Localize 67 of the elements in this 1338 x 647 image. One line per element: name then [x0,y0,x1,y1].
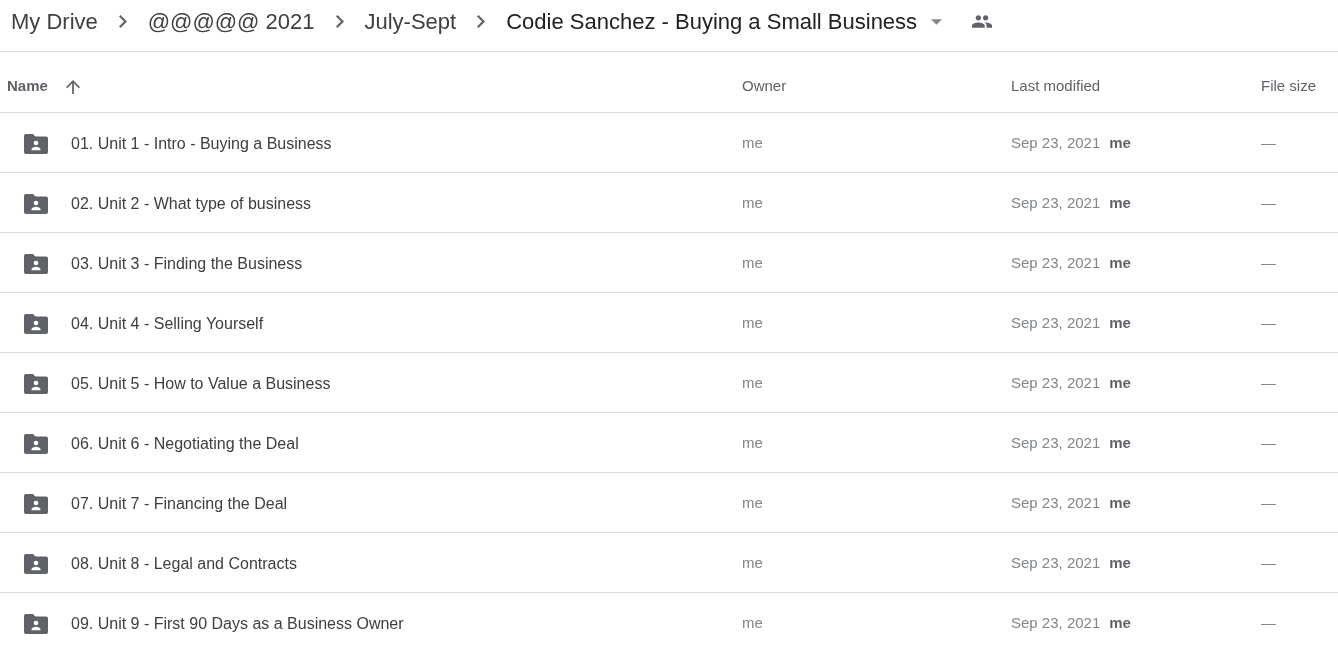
arrow-up-icon[interactable] [65,79,80,94]
file-size-text: — [1261,313,1276,334]
shared-folder-icon [24,373,48,394]
folder-name[interactable]: 04. Unit 4 - Selling Yourself [71,311,264,336]
owner-text: me [742,553,763,574]
owner-text: me [742,253,763,274]
folder-name[interactable]: 03. Unit 3 - Finding the Business [71,251,303,276]
folder-name[interactable]: 05. Unit 5 - How to Value a Business [71,371,331,396]
shared-folder-icon [24,253,48,274]
modified-date: Sep 23, 2021 [1011,433,1101,454]
file-size-text: — [1261,373,1276,394]
chevron-right-icon [118,15,127,28]
modified-by: me [1109,613,1131,634]
shared-folder-icon [24,313,48,334]
owner-text: me [742,313,763,334]
shared-folder-icon [24,193,48,214]
file-size-text: — [1261,493,1276,514]
modified-by: me [1109,193,1131,214]
modified-date: Sep 23, 2021 [1011,493,1101,514]
modified-date: Sep 23, 2021 [1011,373,1101,394]
owner-text: me [742,133,763,154]
file-size-text: — [1261,553,1276,574]
breadcrumb-link[interactable]: @@@@@ 2021 [147,5,315,38]
file-size-text: — [1261,613,1276,634]
modified-date: Sep 23, 2021 [1011,313,1101,334]
modified-date: Sep 23, 2021 [1011,553,1101,574]
shared-folder-icon [24,133,48,154]
modified-by: me [1109,433,1131,454]
modified-date: Sep 23, 2021 [1011,133,1101,154]
modified-by: me [1109,313,1131,334]
shared-folder-icon [24,553,48,574]
modified-by: me [1109,253,1131,274]
people-icon[interactable] [972,15,993,28]
breadcrumb-link[interactable]: July-Sept [364,5,457,38]
modified-date: Sep 23, 2021 [1011,613,1101,634]
breadcrumb-link[interactable]: My Drive [11,5,98,38]
modified-by: me [1109,133,1131,154]
column-header[interactable]: Last modified [1011,75,1101,98]
folder-name[interactable]: 09. Unit 9 - First 90 Days as a Business Owner [71,611,404,636]
shared-folder-icon [24,493,48,514]
chevron-right-icon [477,15,486,28]
column-header[interactable]: File size [1261,75,1316,98]
folder-name[interactable]: 06. Unit 6 - Negotiating the Deal [71,431,299,456]
modified-by: me [1109,373,1131,394]
file-size-text: — [1261,253,1276,274]
owner-text: me [742,613,763,634]
breadcrumb-dropdown[interactable]: Codie Sanchez - Buying a Small Business [506,5,943,38]
owner-text: me [742,373,763,394]
modified-date: Sep 23, 2021 [1011,253,1101,274]
shared-folder-icon [24,433,48,454]
modified-by: me [1109,553,1131,574]
folder-name[interactable]: 01. Unit 1 - Intro - Buying a Business [71,131,332,156]
modified-by: me [1109,493,1131,514]
file-size-text: — [1261,193,1276,214]
folder-name[interactable]: 02. Unit 2 - What type of business [71,191,312,216]
chevron-right-icon [335,15,344,28]
folder-name[interactable]: 08. Unit 8 - Legal and Contracts [71,551,297,576]
shared-folder-icon [24,613,48,634]
column-header[interactable]: Owner [742,75,787,98]
folder-name[interactable]: 07. Unit 7 - Financing the Deal [71,491,288,516]
modified-date: Sep 23, 2021 [1011,193,1101,214]
owner-text: me [742,433,763,454]
owner-text: me [742,493,763,514]
file-size-text: — [1261,133,1276,154]
owner-text: me [742,193,763,214]
file-size-text: — [1261,433,1276,454]
column-header[interactable]: Name [7,75,48,98]
